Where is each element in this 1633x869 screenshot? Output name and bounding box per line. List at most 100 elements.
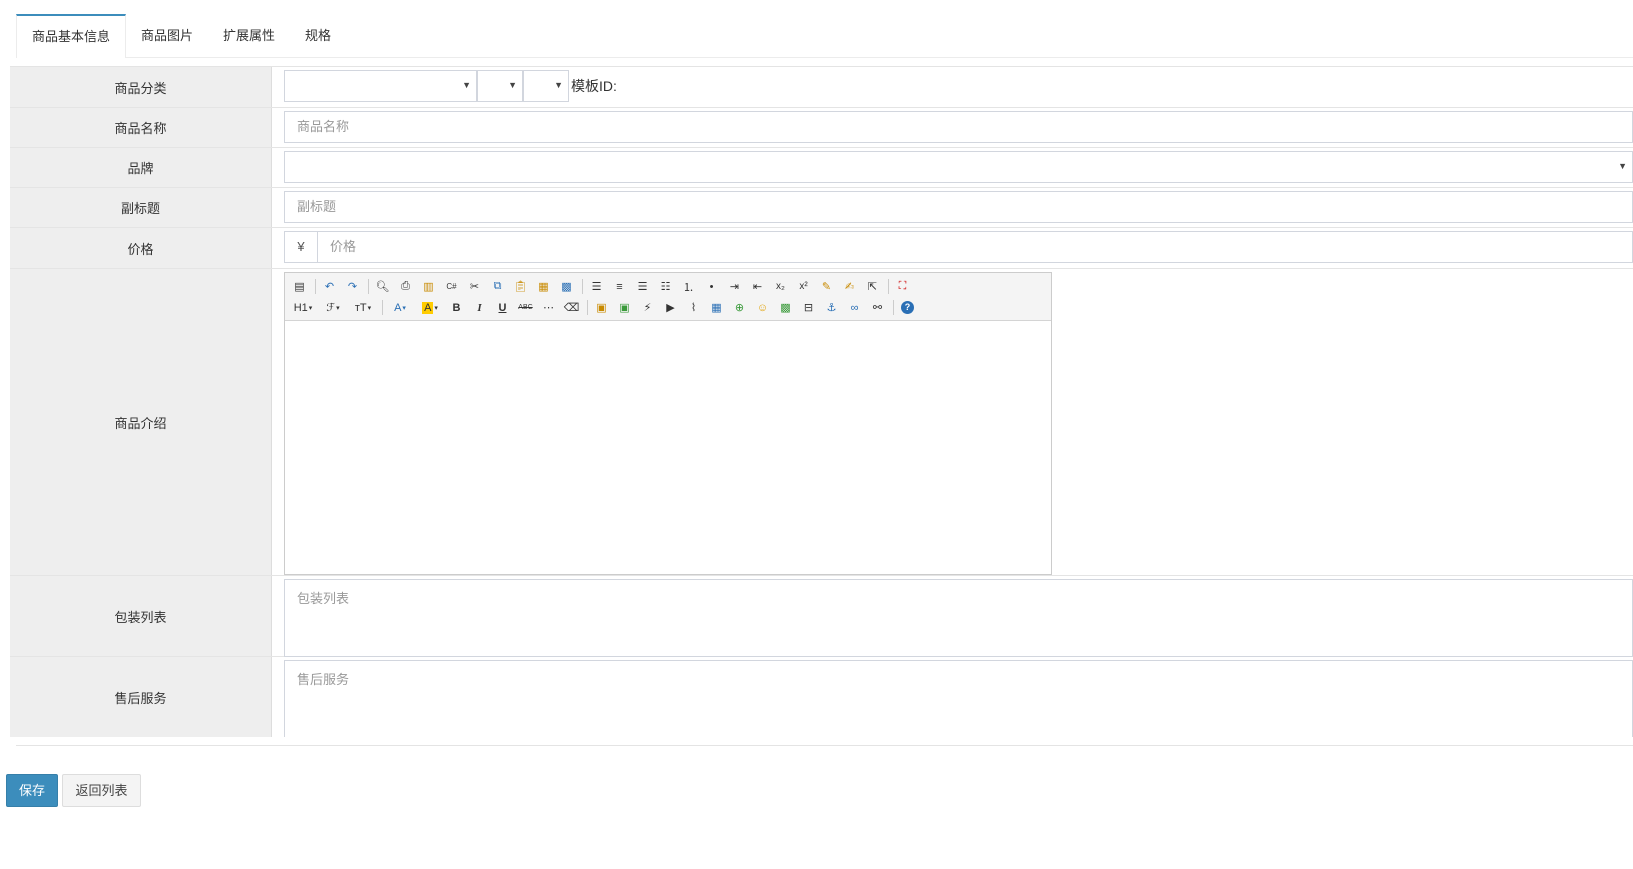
price-input[interactable]: 价格	[318, 232, 368, 262]
emoticon-icon[interactable]: ☺	[752, 297, 773, 318]
toolbar-separator	[893, 300, 894, 315]
service-field: 售后服务	[272, 657, 1633, 737]
align-right-icon[interactable]: ☰	[632, 276, 653, 297]
category-level1-select[interactable]: ▼	[284, 70, 477, 102]
link-icon[interactable]: ∞	[844, 297, 865, 318]
horizontal-line-icon[interactable]: ⋯	[538, 297, 559, 318]
paste-icon[interactable]: 📋︎	[510, 276, 531, 297]
template-id-label: 模板ID:	[571, 78, 617, 94]
brand-label: 品牌	[10, 148, 272, 187]
select-all-icon[interactable]: ✍	[839, 276, 860, 297]
align-center-icon[interactable]: ≡	[609, 276, 630, 297]
preview-icon[interactable]: 🔍︎	[372, 276, 393, 297]
ordered-list-icon[interactable]: ⒈	[678, 276, 699, 297]
insert-image-icon[interactable]: ▣	[591, 297, 612, 318]
row-package: 包装列表 包装列表	[10, 576, 1633, 657]
cut-icon[interactable]: ✂	[464, 276, 485, 297]
copy-icon[interactable]: ⧉	[487, 276, 508, 297]
anchor-icon[interactable]: ⚓︎	[821, 297, 842, 318]
dropdown-arrow-icon: ▼	[554, 80, 563, 90]
dropdown-arrow-icon: ▼	[508, 80, 517, 90]
indent-icon[interactable]: ⇥	[724, 276, 745, 297]
toolbar-separator	[382, 300, 383, 315]
toolbar-separator	[888, 279, 889, 294]
save-button[interactable]: 保存	[6, 774, 58, 807]
price-field: ¥ 价格	[272, 228, 1633, 268]
clear-format-icon[interactable]: ✎	[816, 276, 837, 297]
subscript-icon[interactable]: x₂	[770, 276, 791, 297]
map-icon[interactable]: ▩	[775, 297, 796, 318]
attachment-icon[interactable]: ⌇	[683, 297, 704, 318]
form-divider	[16, 745, 1633, 746]
category-level3-select[interactable]: ▼	[523, 70, 569, 102]
row-category: 商品分类 ▼ ▼ ▼ 模板ID:	[10, 67, 1633, 108]
background-color-dropdown[interactable]: A ▾	[416, 297, 444, 318]
paste-word-icon[interactable]: ▩	[556, 276, 577, 297]
insert-code-icon[interactable]: C#	[441, 276, 462, 297]
editor-toolbar: ▤ ↶ ↷ 🔍︎ ⎙ ▥ C# ✂ ⧉ 📋︎ ▦ ▩ ☰ ≡ ☰ ☷ ⒈ • ⇥…	[285, 273, 1051, 321]
after-sale-service-textarea[interactable]: 售后服务	[284, 660, 1633, 737]
price-input-group: ¥ 价格	[284, 231, 1633, 263]
goods-name-input[interactable]: 商品名称	[284, 111, 1633, 143]
help-icon[interactable]: ?	[897, 297, 918, 318]
brand-select[interactable]: ▼	[284, 151, 1633, 183]
package-label: 包装列表	[10, 576, 272, 656]
align-justify-icon[interactable]: ☷	[655, 276, 676, 297]
paste-text-icon[interactable]: ▦	[533, 276, 554, 297]
category-label: 商品分类	[10, 67, 272, 107]
unlink-icon[interactable]: ⚯	[867, 297, 888, 318]
eraser-icon[interactable]: ⌫	[561, 297, 582, 318]
bold-button[interactable]: B	[446, 297, 467, 318]
goods-form: 商品分类 ▼ ▼ ▼ 模板ID: 商品名称 商品名称 品牌 ▼ 副标题 副标题 …	[10, 66, 1633, 737]
tab-extended-attributes[interactable]: 扩展属性	[208, 14, 290, 57]
currency-addon: ¥	[285, 232, 318, 262]
table-icon[interactable]: ▦	[706, 297, 727, 318]
category-level2-select[interactable]: ▼	[477, 70, 523, 102]
fullscreen-icon[interactable]: ⛶	[892, 276, 913, 297]
tab-basic-info[interactable]: 商品基本信息	[16, 14, 127, 58]
name-label: 商品名称	[10, 108, 272, 147]
toolbar-separator	[315, 279, 316, 294]
unordered-list-icon[interactable]: •	[701, 276, 722, 297]
name-field: 商品名称	[272, 108, 1633, 147]
tab-images[interactable]: 商品图片	[126, 14, 208, 57]
brand-field: ▼	[272, 148, 1633, 187]
row-name: 商品名称 商品名称	[10, 108, 1633, 148]
font-size-dropdown[interactable]: тT ▾	[349, 297, 377, 318]
page-break-icon[interactable]: ⊟	[798, 297, 819, 318]
intro-field: ▤ ↶ ↷ 🔍︎ ⎙ ▥ C# ✂ ⧉ 📋︎ ▦ ▩ ☰ ≡ ☰ ☷ ⒈ • ⇥…	[272, 269, 1633, 575]
align-left-icon[interactable]: ☰	[586, 276, 607, 297]
package-list-textarea[interactable]: 包装列表	[284, 579, 1633, 657]
toolbar-row-2: H1 ▾ ℱ ▾ тT ▾ A ▾ A ▾ B I U ABC ⋯ ⌫ ▣ ▣ …	[289, 297, 1047, 318]
editor-content-area[interactable]	[285, 321, 1051, 574]
italic-button[interactable]: I	[469, 297, 490, 318]
outdent-icon[interactable]: ⇤	[747, 276, 768, 297]
multi-image-icon[interactable]: ▣	[614, 297, 635, 318]
source-code-icon[interactable]: ▤	[289, 276, 310, 297]
subtitle-input[interactable]: 副标题	[284, 191, 1633, 223]
package-field: 包装列表	[272, 576, 1633, 657]
print-icon[interactable]: ⎙	[395, 276, 416, 297]
dropdown-arrow-icon: ▼	[462, 80, 471, 90]
flash-icon[interactable]: ⚡︎	[637, 297, 658, 318]
underline-button[interactable]: U	[492, 297, 513, 318]
template-icon[interactable]: ▥	[418, 276, 439, 297]
redo-icon[interactable]: ↷	[342, 276, 363, 297]
superscript-icon[interactable]: x²	[793, 276, 814, 297]
media-icon[interactable]: ▶	[660, 297, 681, 318]
font-color-dropdown[interactable]: A ▾	[386, 297, 414, 318]
undo-icon[interactable]: ↶	[319, 276, 340, 297]
service-label: 售后服务	[10, 657, 272, 737]
cursor-select-icon[interactable]: ⇱	[862, 276, 883, 297]
toolbar-row-1: ▤ ↶ ↷ 🔍︎ ⎙ ▥ C# ✂ ⧉ 📋︎ ▦ ▩ ☰ ≡ ☰ ☷ ⒈ • ⇥…	[289, 276, 1047, 297]
strikethrough-button[interactable]: ABC	[515, 297, 536, 318]
toolbar-separator	[582, 279, 583, 294]
heading-dropdown[interactable]: H1 ▾	[289, 297, 317, 318]
tab-specifications[interactable]: 规格	[290, 14, 346, 57]
back-to-list-button[interactable]: 返回列表	[62, 774, 141, 807]
row-intro: 商品介绍 ▤ ↶ ↷ 🔍︎ ⎙ ▥ C# ✂ ⧉ 📋︎ ▦ ▩ ☰ ≡ ☰ ☷ …	[10, 269, 1633, 576]
toolbar-separator	[368, 279, 369, 294]
intro-label: 商品介绍	[10, 269, 272, 575]
hr-insert-icon[interactable]: ⊕	[729, 297, 750, 318]
font-family-dropdown[interactable]: ℱ ▾	[319, 297, 347, 318]
